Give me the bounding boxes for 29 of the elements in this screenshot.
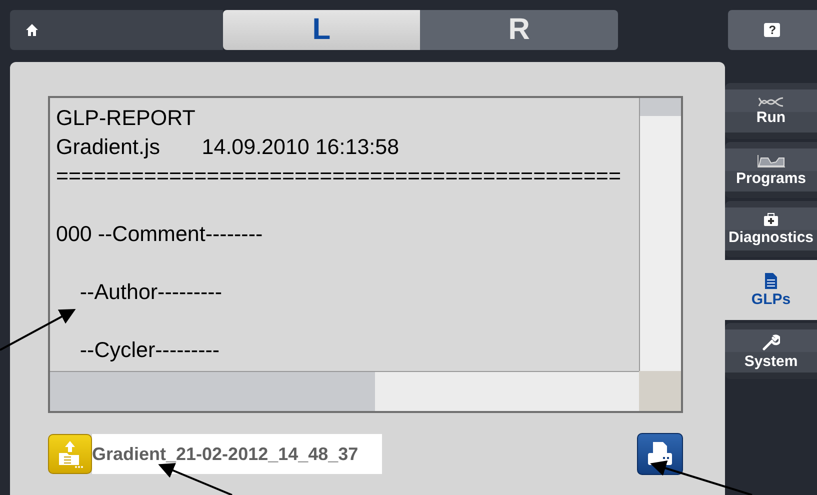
report-line: GLP-REPORT bbox=[56, 105, 196, 132]
horizontal-scrollbar[interactable] bbox=[50, 371, 639, 411]
printer-icon bbox=[646, 441, 674, 467]
report-line: 000 --Comment-------- bbox=[56, 221, 264, 248]
wrench-icon bbox=[762, 332, 780, 350]
side-tab[interactable]: R bbox=[420, 10, 618, 50]
file-name-field[interactable]: Gradient_21-02-2012_14_48_37 bbox=[92, 434, 382, 474]
helix-icon bbox=[758, 96, 784, 106]
report-line: ============================================= bbox=[56, 163, 622, 190]
graph-icon bbox=[756, 154, 786, 168]
home-icon bbox=[26, 24, 38, 36]
report-line: Gradient.js 14.09.2010 16:13:58 bbox=[56, 134, 400, 161]
scrollbar-corner bbox=[639, 371, 681, 411]
first-aid-kit-icon bbox=[763, 212, 779, 226]
nav-item[interactable]: Programs bbox=[725, 142, 817, 198]
help-bubble-icon: ? bbox=[764, 23, 780, 37]
report-text-box[interactable]: GLP-REPORT Gradient.js 14.09.2010 16:13:58 ============================================= 000 --Comment-------- --Author--------- --Cycler--------- bbox=[48, 96, 683, 413]
nav-item[interactable]: Diagnostics bbox=[725, 201, 817, 257]
report-line: --Cycler--------- bbox=[78, 337, 221, 364]
help-button[interactable]: ? bbox=[728, 10, 817, 50]
vertical-scrollbar[interactable] bbox=[639, 98, 681, 371]
document-icon bbox=[765, 272, 777, 288]
print-button[interactable] bbox=[637, 433, 683, 475]
report-line: --Author--------- bbox=[78, 279, 223, 306]
nav-item[interactable]: Run bbox=[725, 83, 817, 139]
nav-item[interactable]: GLPs bbox=[725, 260, 817, 320]
export-button[interactable] bbox=[48, 434, 92, 474]
side-tab[interactable]: L bbox=[222, 10, 420, 50]
nav-item[interactable]: System bbox=[725, 323, 817, 379]
